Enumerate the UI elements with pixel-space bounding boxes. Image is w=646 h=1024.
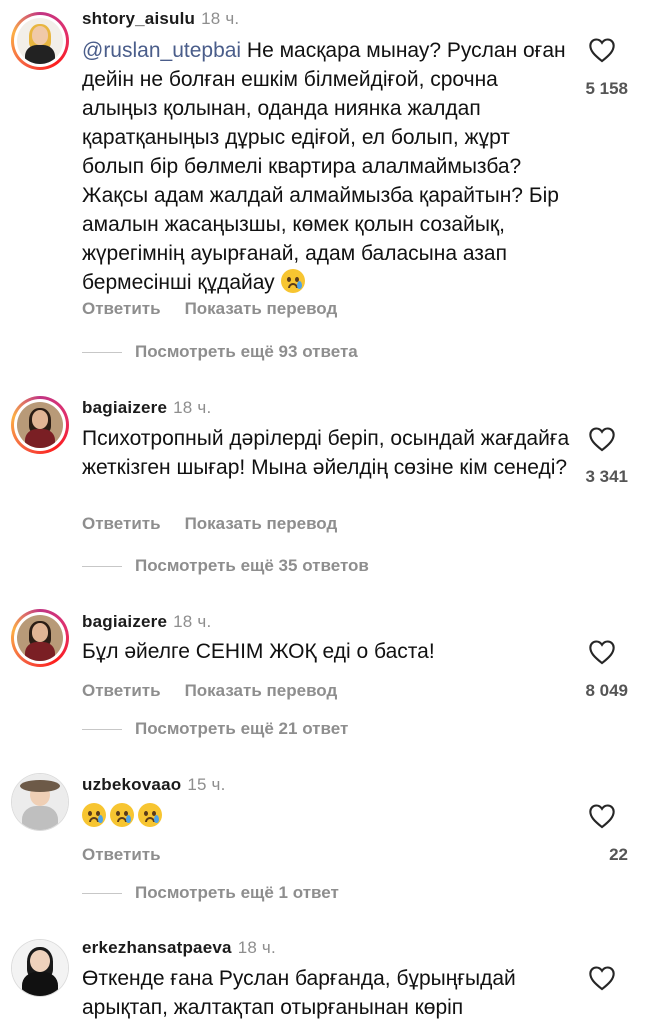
heart-icon[interactable] — [588, 803, 616, 829]
crying-emoji — [110, 803, 134, 827]
avatar[interactable] — [11, 609, 69, 667]
comment-text: Психотропный дәрілерді беріп, осындай жа… — [82, 427, 570, 479]
like-count: 3 341 — [585, 467, 628, 486]
timestamp: 15 ч. — [187, 775, 226, 794]
avatar[interactable] — [11, 12, 69, 70]
username[interactable]: shtory_aisulu 18 ч. — [82, 9, 239, 29]
like-count: 8 049 — [585, 681, 628, 700]
timestamp: 18 ч. — [237, 938, 276, 957]
heart-icon[interactable] — [588, 37, 616, 63]
comment-actions: Ответить Показать перевод — [82, 299, 361, 319]
heart-icon[interactable] — [588, 426, 616, 452]
reply-button[interactable]: Ответить — [82, 845, 161, 864]
comment-actions: Ответить Показать перевод — [82, 681, 361, 701]
comment-actions: Ответить — [82, 845, 185, 865]
username[interactable]: erkezhansatpaeva 18 ч. — [82, 938, 276, 958]
translate-button[interactable]: Показать перевод — [185, 681, 338, 700]
username[interactable]: bagiaizere 18 ч. — [82, 612, 211, 632]
avatar[interactable] — [11, 939, 69, 997]
crying-emoji — [82, 803, 106, 827]
like-count: 5 158 — [585, 79, 628, 98]
heart-icon[interactable] — [588, 965, 616, 991]
avatar[interactable] — [11, 396, 69, 454]
reply-button[interactable]: Ответить — [82, 514, 161, 533]
comment-actions: Ответить Показать перевод — [82, 514, 361, 534]
comment-text: @ruslan_utepbai Не масқара мынау? Руслан… — [82, 39, 566, 294]
reply-button[interactable]: Ответить — [82, 299, 161, 318]
mention-link[interactable]: @ruslan_utepbai — [82, 39, 241, 62]
view-replies-button[interactable]: Посмотреть ещё 93 ответа — [82, 342, 358, 362]
comment-text — [82, 802, 572, 831]
reply-button[interactable]: Ответить — [82, 681, 161, 700]
crying-emoji — [138, 803, 162, 827]
timestamp: 18 ч. — [201, 9, 240, 28]
timestamp: 18 ч. — [173, 398, 212, 417]
username[interactable]: uzbekovaao 15 ч. — [82, 775, 226, 795]
view-replies-button[interactable]: Посмотреть ещё 35 ответов — [82, 556, 369, 576]
like-count: 22 — [609, 845, 628, 864]
crying-emoji — [280, 269, 305, 293]
username[interactable]: bagiaizere 18 ч. — [82, 398, 211, 418]
translate-button[interactable]: Показать перевод — [185, 299, 338, 318]
view-replies-button[interactable]: Посмотреть ещё 21 ответ — [82, 719, 348, 739]
translate-button[interactable]: Показать перевод — [185, 514, 338, 533]
timestamp: 18 ч. — [173, 612, 212, 631]
view-replies-button[interactable]: Посмотреть ещё 1 ответ — [82, 883, 339, 903]
comment-text: Өткенде ғана Руслан барғанда, бұрыңғыдай… — [82, 967, 516, 1019]
heart-icon[interactable] — [588, 639, 616, 665]
avatar[interactable] — [11, 773, 69, 831]
comment-text: Бұл әйелге СЕНІМ ЖОҚ еді о баста! — [82, 640, 435, 663]
